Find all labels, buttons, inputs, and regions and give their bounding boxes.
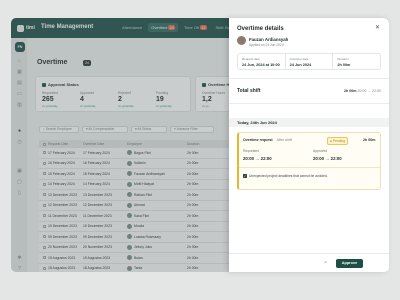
info-label: Overtime date (289, 57, 309, 61)
status-text: Pending (332, 139, 346, 143)
total-shift-range: 20:00 → 22:00 (357, 89, 381, 93)
request-info: Request date 24 Jun, 2024 at 10:00 Overti… (237, 53, 381, 70)
close-icon[interactable]: ✕ (375, 24, 380, 31)
entry-header: Overtime request After shift (243, 138, 292, 142)
divider (229, 103, 389, 104)
employee-avatar (237, 36, 246, 45)
requested-value: 20:00 → 22:00 (243, 156, 272, 161)
status-badge: ● Pending (327, 137, 349, 145)
panel-footer-divider (229, 253, 389, 254)
entry-hours: 2h 00m (363, 138, 376, 142)
reject-icon[interactable]: × (324, 259, 327, 268)
requested-label: Requested (243, 149, 259, 153)
total-shift-value: 2h 00m 20:00 → 22:00 (344, 89, 381, 93)
checkbox-checked-icon[interactable]: ✓ (243, 174, 247, 178)
overtime-request-entry: Overtime request After shift ● Pending 2h… (237, 132, 381, 190)
panel-title: Overtime details (237, 26, 284, 32)
divider (239, 167, 381, 168)
info-value: 24 Jun 2024 (289, 63, 312, 67)
total-shift: Total shift 2h 00m 20:00 → 22:00 (237, 87, 381, 95)
total-shift-label: Total shift (237, 88, 261, 94)
total-shift-hours: 2h 00m (344, 89, 357, 93)
applied-date: Applied on 24 Jun 2024 (249, 43, 284, 47)
employee-name: Fauzan Ardiansyah (249, 37, 289, 42)
info-duration: Duration 2h 00m (332, 54, 380, 69)
reason-label: Unexpected project deadlines that cannot… (249, 174, 328, 178)
overtime-details-panel: Overtime details ✕ Fauzan Ardiansyah App… (229, 18, 389, 272)
info-request-date: Request date 24 Jun, 2024 at 10:00 (238, 54, 285, 69)
reason-checkbox[interactable]: ✓ Unexpected project deadlines that canno… (243, 174, 328, 178)
day-header: Today, 24th Jun 2024 (229, 118, 389, 127)
divider (229, 78, 389, 79)
info-value: 24 Jun, 2024 at 10:00 (242, 63, 280, 67)
entry-subtitle: After shift (276, 138, 292, 142)
approve-button[interactable]: Approve (336, 259, 363, 268)
approved-label: Approved (313, 149, 328, 153)
info-overtime-date: Overtime date 24 Jun 2024 (284, 54, 333, 69)
approved-value: 20:00 → 22:00 (313, 156, 342, 161)
info-label: Duration (337, 57, 349, 61)
info-value: 2h 00m (337, 63, 351, 67)
modal-backdrop[interactable] (11, 18, 229, 272)
info-label: Request date (242, 57, 260, 61)
entry-title: Overtime request (243, 138, 273, 142)
